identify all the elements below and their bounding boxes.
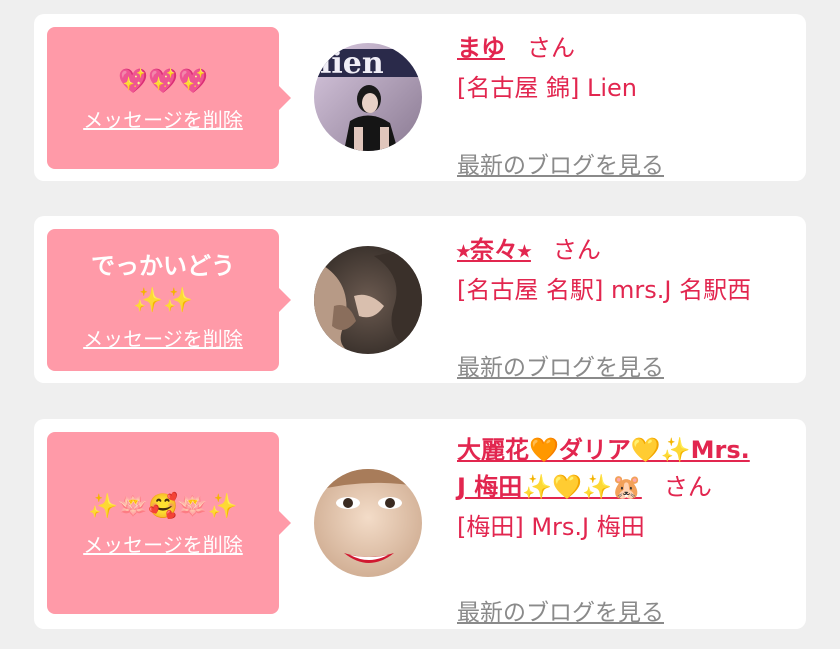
avatar[interactable]: lien (314, 43, 422, 151)
message-text: 💖💖💖 (118, 66, 208, 95)
message-bubble: でっかいどう ✨✨ メッセージを削除 (47, 229, 291, 371)
honorific: さん (527, 34, 575, 62)
svg-text:lien: lien (320, 46, 384, 81)
latest-blog-link[interactable]: 最新のブログを見る (457, 593, 664, 627)
shop-label: [梅田] Mrs.J 梅田 (457, 513, 645, 541)
message-bubble: ✨🪷🥰🪷✨ メッセージを削除 (47, 432, 291, 614)
message-text: ✨✨ (133, 285, 193, 314)
delete-message-link[interactable]: メッセージを削除 (83, 323, 243, 352)
message-card: ✨🪷🥰🪷✨ メッセージを削除 大麗花🧡ダリア💛✨Mrs. J 梅田✨💛✨🐹 さん… (34, 419, 806, 629)
girl-info: まゆ さん [名古屋 錦] Lien 最新のブログを見る (457, 28, 802, 179)
avatar-image (314, 246, 422, 354)
message-bubble: 💖💖💖 メッセージを削除 (47, 27, 291, 169)
message-text: でっかいどう (91, 251, 235, 280)
girl-name-link[interactable]: まゆ (457, 34, 505, 62)
delete-message-link[interactable]: メッセージを削除 (83, 104, 243, 133)
avatar[interactable] (314, 246, 422, 354)
latest-blog-link[interactable]: 最新のブログを見る (457, 146, 664, 180)
honorific: さん (663, 473, 712, 501)
girl-name-link-continued[interactable]: J 梅田✨💛✨🐹 (457, 473, 642, 501)
girl-name-link[interactable]: 大麗花🧡ダリア💛✨Mrs. (457, 436, 750, 464)
shop-label: [名古屋 錦] Lien (457, 74, 637, 102)
shop-label: [名古屋 名駅] mrs.J 名駅西 (457, 276, 752, 304)
girl-name-link[interactable]: ⭑奈々⭑ (457, 236, 531, 264)
message-text: ✨🪷🥰🪷✨ (88, 491, 238, 520)
honorific: さん (552, 236, 601, 264)
latest-blog-link[interactable]: 最新のブログを見る (457, 348, 664, 382)
message-card: 💖💖💖 メッセージを削除 lien まゆ さん [名古屋 錦] Lien 最新の… (34, 14, 806, 181)
message-card: でっかいどう ✨✨ メッセージを削除 ⭑奈々⭑ さん [名古屋 名駅] mrs.J… (34, 216, 806, 383)
avatar-image (314, 469, 422, 577)
delete-message-link[interactable]: メッセージを削除 (83, 529, 243, 558)
girl-info: 大麗花🧡ダリア💛✨Mrs. J 梅田✨💛✨🐹 さん [梅田] Mrs.J 梅田 最… (457, 433, 802, 626)
avatar[interactable] (314, 469, 422, 577)
girl-info: ⭑奈々⭑ さん [名古屋 名駅] mrs.J 名駅西 最新のブログを見る (457, 230, 802, 381)
avatar-image: lien (314, 43, 422, 151)
